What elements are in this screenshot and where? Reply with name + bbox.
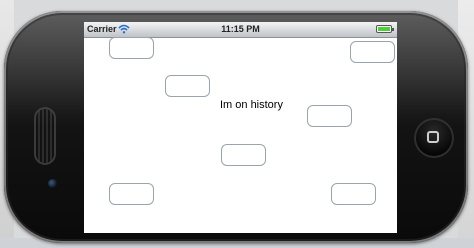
battery-level [378, 27, 390, 31]
home-button[interactable] [414, 118, 454, 158]
history-label: Im on history [220, 99, 283, 111]
status-time: 11:15 PM [221, 24, 260, 34]
simulator-screen: Carrier 11:15 PM Im on history [84, 22, 397, 233]
rounded-button-5[interactable] [221, 144, 266, 166]
rounded-button-3[interactable] [165, 75, 210, 97]
rounded-button-4[interactable] [307, 105, 352, 127]
rounded-button-6[interactable] [109, 183, 154, 205]
status-bar: Carrier 11:15 PM [84, 22, 397, 38]
speaker-grille [34, 107, 56, 165]
battery-icon [376, 25, 394, 33]
home-button-icon [427, 131, 439, 143]
rounded-button-2[interactable] [350, 41, 395, 63]
rounded-button-7[interactable] [331, 183, 376, 205]
rounded-button-1[interactable] [109, 37, 154, 59]
camera-icon [48, 179, 57, 188]
